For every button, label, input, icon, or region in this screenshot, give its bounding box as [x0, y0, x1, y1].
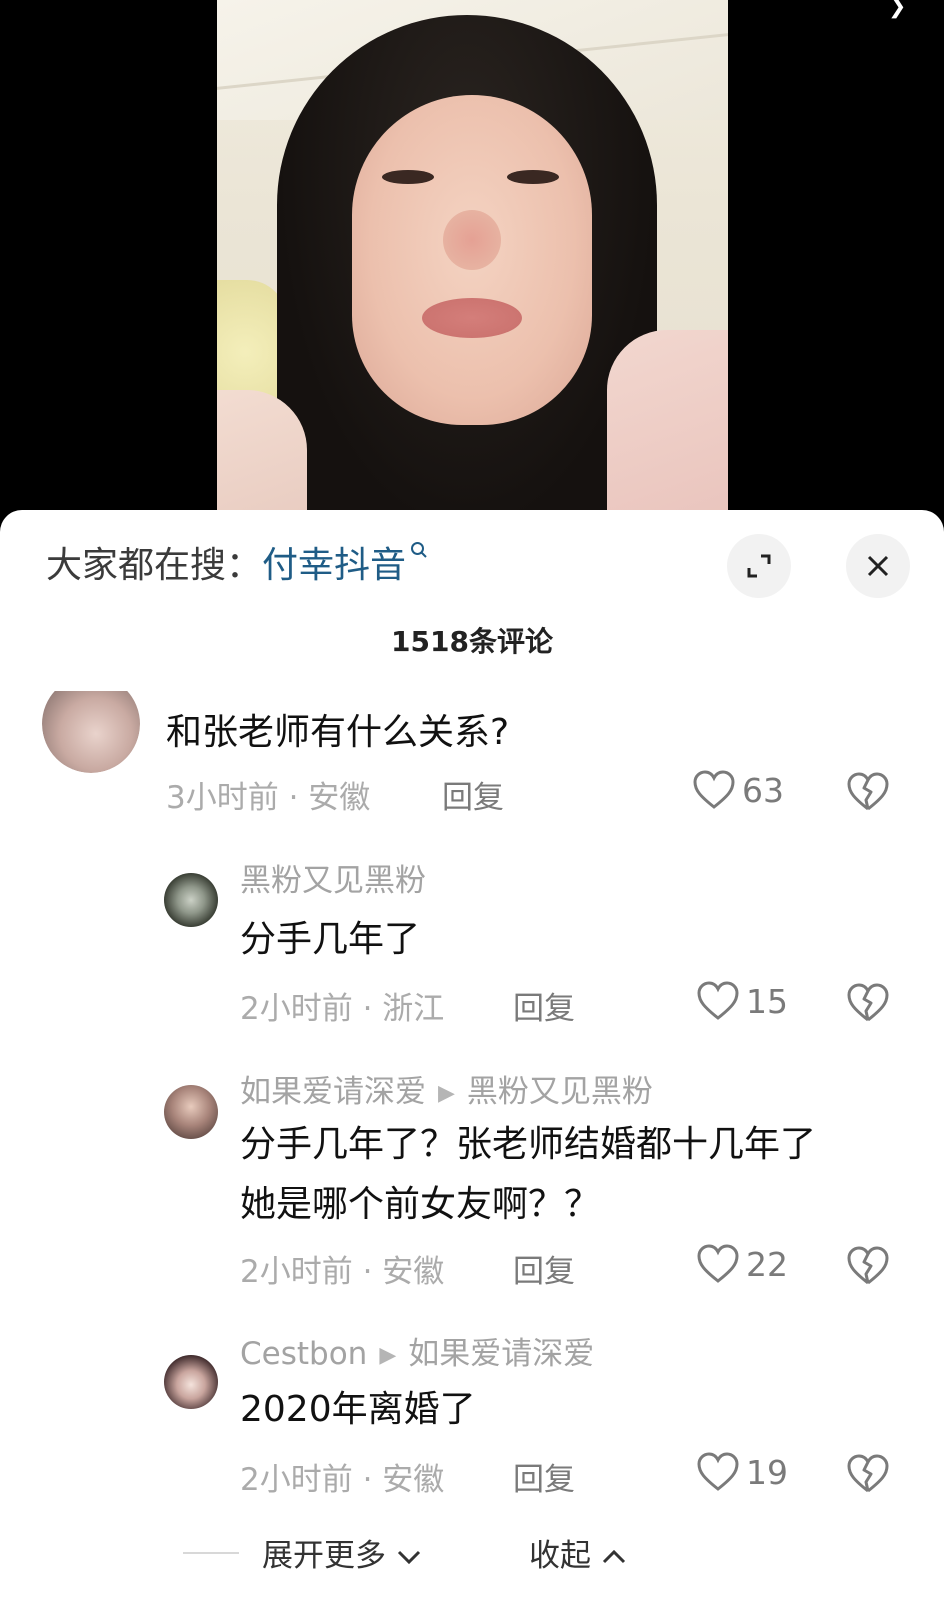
close-button[interactable] [846, 534, 910, 598]
commenter-name[interactable]: Cestbon [240, 1336, 367, 1372]
reply-to-name[interactable]: 黑粉又见黑粉 [467, 1074, 653, 1110]
heart-icon [693, 770, 735, 809]
expand-icon [747, 554, 771, 578]
avatar[interactable] [164, 873, 218, 927]
like-button[interactable]: 15 [696, 981, 788, 1021]
broken-heart-icon [847, 1246, 889, 1285]
like-count: 15 [746, 981, 788, 1021]
dislike-button[interactable] [846, 772, 890, 816]
comment-meta: 3小时前 · 安徽 [166, 780, 371, 816]
comment-meta: 2小时前 · 安徽 [240, 1462, 445, 1498]
like-count: 22 [746, 1244, 788, 1284]
avatar[interactable] [164, 1355, 218, 1409]
avatar[interactable] [42, 691, 140, 773]
commenter-name-row: Cestbon ▶ 如果爱请深爱 [240, 1328, 594, 1373]
comment-text: 她是哪个前女友啊？？ [240, 1184, 601, 1225]
expand-more-label: 展开更多 [262, 1538, 386, 1574]
like-button[interactable]: 19 [696, 1452, 788, 1492]
broken-heart-icon [847, 1454, 889, 1493]
dislike-button[interactable] [846, 983, 890, 1027]
commenter-name[interactable]: 如果爱请深爱 [240, 1074, 426, 1110]
video-player[interactable]: ❯ [0, 0, 944, 512]
commenter-name[interactable]: 黑粉又见黑粉 [240, 855, 426, 900]
like-count: 19 [746, 1452, 788, 1492]
heart-icon [697, 1452, 739, 1491]
dislike-button[interactable] [846, 1454, 890, 1498]
search-suggestion[interactable]: 大家都在搜： 付幸抖音 [46, 532, 428, 592]
chevron-up-icon [602, 1549, 625, 1564]
arrow-right-icon: ▶ [379, 1343, 397, 1368]
broken-heart-icon [847, 772, 889, 811]
video-frame [217, 0, 728, 512]
like-count: 63 [742, 770, 784, 810]
reply-button[interactable]: 回复 [513, 1454, 575, 1499]
comment-text: 和张老师有什么关系? [166, 712, 510, 753]
expand-more-button[interactable]: 展开更多 [262, 1530, 422, 1575]
expand-button[interactable] [727, 534, 791, 598]
comment-panel: 大家都在搜： 付幸抖音 1518条评论 和张老师有什么关系? 3小时前 · 安徽… [0, 510, 944, 1610]
like-button[interactable]: 22 [696, 1244, 788, 1284]
dislike-button[interactable] [846, 1246, 890, 1290]
reply-button[interactable]: 回复 [513, 1246, 575, 1291]
heart-icon [697, 981, 739, 1020]
broken-heart-icon [847, 983, 889, 1022]
reply-to-name[interactable]: 如果爱请深爱 [408, 1336, 594, 1372]
comment-text: 2020年离婚了 [240, 1389, 476, 1430]
heart-icon [697, 1244, 739, 1283]
comment-meta: 2小时前 · 浙江 [240, 991, 445, 1027]
reply-button[interactable]: 回复 [513, 983, 575, 1028]
close-icon [867, 555, 889, 577]
avatar[interactable] [164, 1085, 218, 1139]
chevron-down-icon [397, 1550, 420, 1565]
search-term-link[interactable]: 付幸抖音 [262, 536, 406, 588]
comment-text: 分手几年了 [240, 919, 421, 960]
commenter-name-row: 如果爱请深爱 ▶ 黑粉又见黑粉 [240, 1066, 653, 1111]
search-icon [410, 540, 428, 564]
collapse-button[interactable]: 收起 [529, 1530, 627, 1575]
search-label: 大家都在搜： [46, 545, 263, 586]
comment-count: 1518条评论 [391, 625, 553, 658]
divider [183, 1552, 239, 1554]
comment-meta: 2小时前 · 安徽 [240, 1254, 445, 1290]
arrow-right-icon: ▶ [438, 1081, 455, 1106]
comment-text: 分手几年了？张老师结婚都十几年了 [240, 1124, 817, 1165]
like-button[interactable]: 63 [692, 770, 784, 810]
collapse-label: 收起 [529, 1538, 591, 1574]
chevron-icon[interactable]: ❯ [888, 0, 912, 19]
reply-button[interactable]: 回复 [442, 772, 504, 817]
